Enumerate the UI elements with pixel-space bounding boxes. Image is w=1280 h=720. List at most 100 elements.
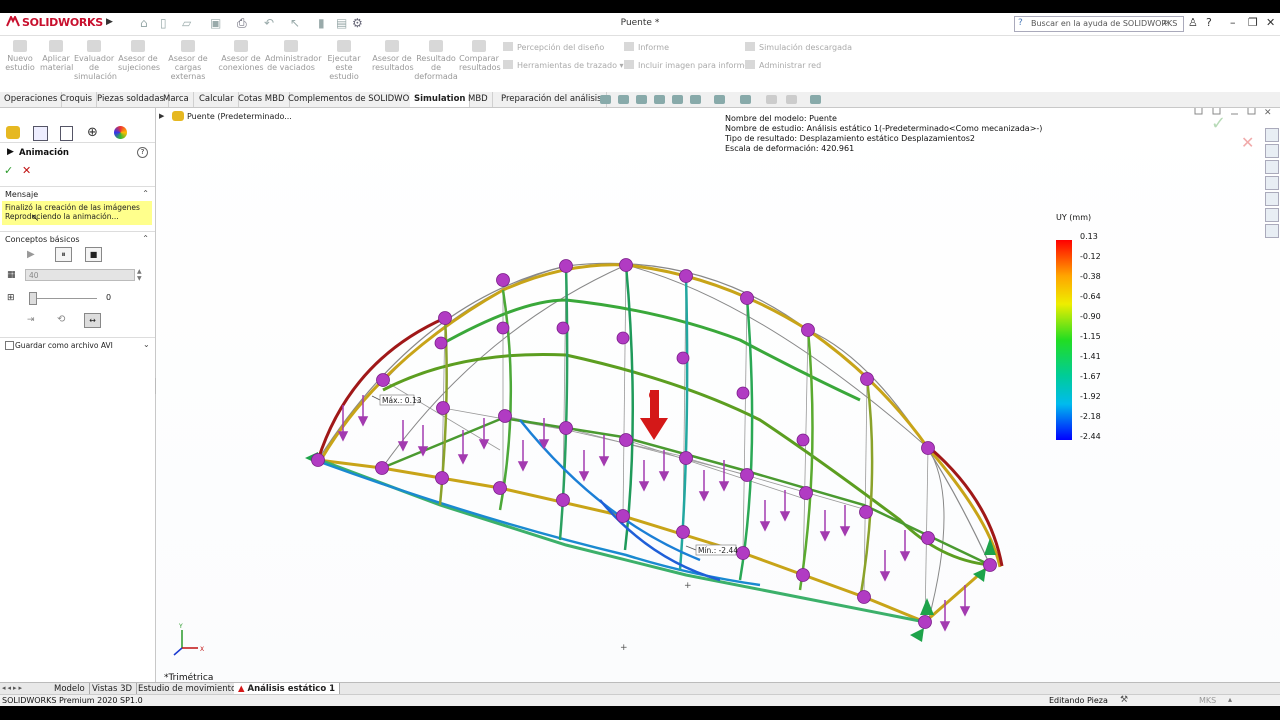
legend-value-9: -2.18 <box>1080 412 1101 421</box>
view-palette-icon[interactable] <box>1265 176 1279 190</box>
section-view-icon[interactable] <box>654 95 665 104</box>
ribbon-percepcion[interactable]: Percepción del diseño <box>503 42 604 52</box>
plot-tools-icon <box>503 60 513 69</box>
tab-operaciones[interactable]: Operaciones <box>0 92 63 107</box>
legend-value-2: -0.38 <box>1080 272 1101 281</box>
search-icon[interactable]: ⌕ <box>1163 17 1169 28</box>
ribbon-evaluador[interactable]: Evaluador de simulación <box>74 40 117 81</box>
ribbon-asesor-resultados[interactable]: Asesor de resultados <box>372 40 414 72</box>
ribbon-comparar[interactable]: Comparar resultados <box>459 40 501 72</box>
help-search-input[interactable]: ? Buscar en la ayuda de SOLIDWORKS ⌕ <box>1014 16 1184 32</box>
material-icon <box>49 40 63 52</box>
view-orientation-icon[interactable] <box>690 95 701 104</box>
mensaje-section-header[interactable]: Mensaje ⌃ <box>0 186 155 201</box>
ribbon-administrar-red[interactable]: Administrar red <box>745 60 821 70</box>
restore-button[interactable]: ❐ <box>1248 16 1258 29</box>
tab-marca[interactable]: Marca <box>159 92 194 107</box>
compare-icon <box>472 40 486 52</box>
run-icon <box>337 40 351 52</box>
close-button[interactable]: ✕ <box>1266 16 1275 29</box>
analysis-icon: ▲ <box>238 684 245 694</box>
status-units[interactable]: MKS <box>1199 696 1216 705</box>
ribbon-simulacion-descargada[interactable]: Simulación descargada <box>745 42 852 52</box>
display-manager-icon[interactable] <box>114 126 127 139</box>
ok-check-icon[interactable]: ✓ <box>4 164 13 177</box>
speed-slider-thumb[interactable] <box>29 292 37 305</box>
file-explorer-icon[interactable] <box>1265 160 1279 174</box>
loop-icon[interactable]: ⟲ <box>57 314 65 325</box>
tab-mbd[interactable]: MBD <box>464 92 493 107</box>
ribbon-informe[interactable]: Informe <box>624 42 669 52</box>
tab-calcular[interactable]: Calcular <box>195 92 239 107</box>
expand-chevron-icon[interactable]: ⌄ <box>143 340 150 349</box>
configuration-manager-icon[interactable] <box>60 126 73 141</box>
status-version: SOLIDWORKS Premium 2020 SP1.0 <box>2 696 143 705</box>
user-icon[interactable]: ♙ <box>1188 16 1198 29</box>
command-manager-ribbon: Nuevo estudio Aplicar material Evaluador… <box>0 36 1280 92</box>
ribbon-admin-vaciados[interactable]: Administrador de vaciados <box>265 40 321 72</box>
frames-input[interactable]: 40 <box>25 269 135 281</box>
previous-view-icon[interactable] <box>636 95 647 104</box>
display-style-icon[interactable] <box>714 95 725 104</box>
reciprocate-button[interactable]: ↔ <box>84 313 101 328</box>
dynamic-annotation-icon[interactable] <box>672 95 683 104</box>
tab-cotas-mbd[interactable]: Cotas MBD <box>234 92 290 107</box>
slider-value: 0 <box>106 293 112 302</box>
cancel-x-icon[interactable]: ✕ <box>22 164 31 177</box>
center-mark: + <box>684 581 692 591</box>
avi-checkbox[interactable] <box>5 341 14 350</box>
legend-value-1: -0.12 <box>1080 252 1101 261</box>
tab-croquis[interactable]: Croquis <box>56 92 98 107</box>
play-button[interactable]: ▶ <box>27 249 35 260</box>
ribbon-asesor-cargas[interactable]: Asesor de cargas externas <box>160 40 216 81</box>
ribbon-herramientas[interactable]: Herramientas de trazado ▾ <box>503 60 624 70</box>
dimxpert-icon[interactable]: ⊕ <box>87 125 98 140</box>
zoom-area-icon[interactable] <box>618 95 629 104</box>
forum-icon[interactable] <box>1265 224 1279 238</box>
avi-label: Guardar como archivo AVI <box>15 341 113 350</box>
conceptos-title: Conceptos básicos <box>5 235 80 244</box>
ribbon-aplicar-material[interactable]: Aplicar material <box>40 40 73 72</box>
ribbon-resultado-deformada[interactable]: Resultado de deformada <box>414 40 458 81</box>
zoom-fit-icon[interactable] <box>600 95 611 104</box>
frames-spinner[interactable]: ▲ ▼ <box>137 268 142 282</box>
resources-icon[interactable] <box>1265 128 1279 142</box>
speed-icon: ⊞ <box>7 293 15 303</box>
deck-front-chord <box>317 458 926 624</box>
avi-section: Guardar como archivo AVI ⌄ <box>0 337 155 352</box>
help-icon[interactable]: ? <box>1206 16 1212 29</box>
units-dropdown-icon[interactable]: ▴ <box>1228 695 1232 704</box>
tab-preparacion[interactable]: Preparación del análisis <box>497 92 607 107</box>
ribbon-asesor-sujeciones[interactable]: Asesor de sujeciones <box>118 40 160 72</box>
stop-button[interactable]: ■ <box>85 247 102 262</box>
custom-properties-icon[interactable] <box>1265 208 1279 222</box>
fixture-icon <box>131 40 145 52</box>
design-library-icon[interactable] <box>1265 144 1279 158</box>
graphics-area[interactable]: ▶ Puente (Predeterminado... Nombre del m… <box>156 108 1280 682</box>
edit-appearance-icon[interactable] <box>766 95 777 104</box>
tab-simulation[interactable]: Simulation <box>410 92 471 107</box>
minimize-button[interactable]: – <box>1230 16 1236 29</box>
legend-value-5: -1.15 <box>1080 332 1101 341</box>
hide-show-icon[interactable] <box>740 95 751 104</box>
ribbon-incluir-imagen[interactable]: Incluir imagen para informe <box>624 60 749 70</box>
view-name: *Trimétrica <box>164 672 213 682</box>
feature-manager-icon[interactable] <box>6 126 20 139</box>
tab-piezas-soldadas[interactable]: Piezas soldadas <box>93 92 169 107</box>
view-settings-icon[interactable] <box>810 95 821 104</box>
panel-help-icon[interactable]: ? <box>137 147 148 158</box>
rebuild-status-icon[interactable]: ⚒ <box>1120 695 1128 705</box>
appearances-icon[interactable] <box>1265 192 1279 206</box>
min-label: Mín.: -2.44 <box>698 546 738 555</box>
ribbon-ejecutar-estudio[interactable]: Ejecutar este estudio <box>320 40 368 81</box>
scene-icon[interactable] <box>786 95 797 104</box>
ribbon-asesor-conexiones[interactable]: Asesor de conexiones <box>218 40 264 72</box>
pause-button[interactable]: ⏸ <box>55 247 72 262</box>
speed-slider-track[interactable] <box>29 298 97 299</box>
ribbon-nuevo-estudio[interactable]: Nuevo estudio <box>4 40 36 72</box>
legend-value-10: -2.44 <box>1080 432 1101 441</box>
conceptos-section-header[interactable]: Conceptos básicos ⌃ <box>0 231 155 246</box>
property-manager-icon[interactable] <box>33 126 48 141</box>
play-once-icon[interactable]: ⇥ <box>27 315 35 325</box>
tab-scroll-arrows[interactable]: ◂◂▸▸ <box>2 684 44 694</box>
